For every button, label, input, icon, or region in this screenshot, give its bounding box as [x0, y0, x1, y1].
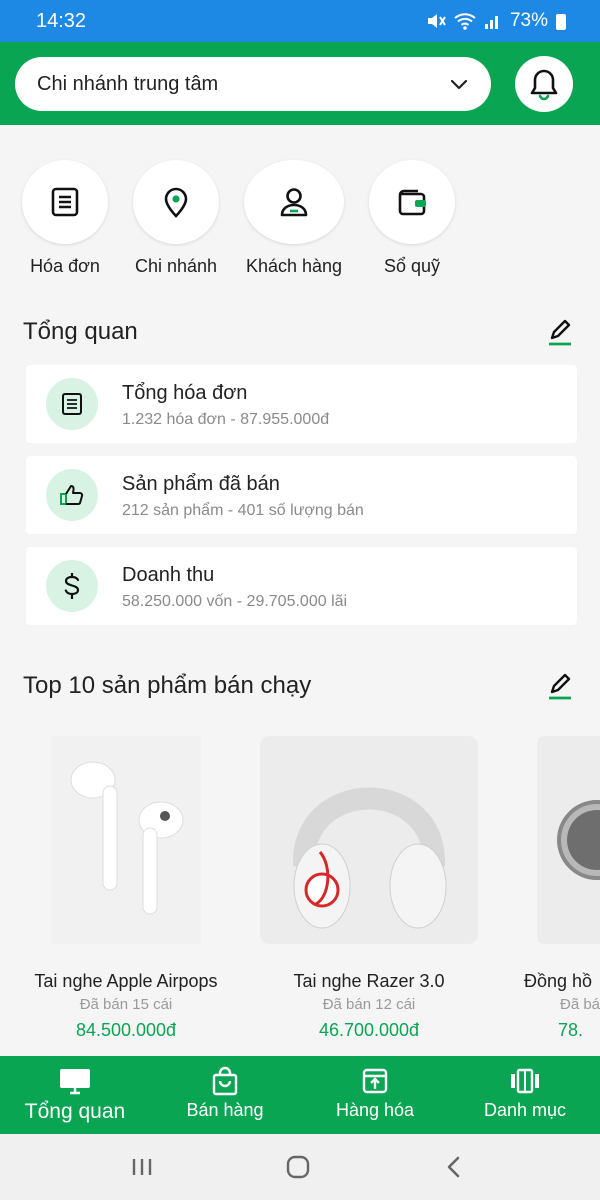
branch-label: Chi nhánh trung tâm — [37, 72, 219, 95]
mute-icon — [427, 14, 446, 28]
notification-button[interactable] — [515, 56, 573, 112]
top-products-list[interactable]: Tai nghe Apple Airpops Đã bán 15 cái 84.… — [0, 736, 600, 1056]
bottom-nav: Tổng quan Bán hàng Hàng hóa Danh mục — [0, 1056, 600, 1134]
quick-action-branch[interactable]: Chi nhánh — [133, 160, 219, 277]
thumbs-up-icon — [60, 485, 84, 505]
nav-tab-sales[interactable]: Bán hàng — [170, 1056, 280, 1134]
box-icon — [362, 1068, 388, 1094]
quick-action-circle — [133, 160, 219, 244]
card-title: Doanh thu — [122, 564, 215, 586]
status-time: 14:32 — [36, 10, 87, 32]
battery-percent: 73% — [509, 10, 548, 31]
monitor-icon — [60, 1069, 90, 1095]
quick-action-cashbook[interactable]: Sổ quỹ — [369, 160, 455, 277]
overview-card-invoices[interactable]: Tổng hóa đơn 1.232 hóa đơn - 87.955.000đ — [26, 365, 577, 443]
status-bar: 14:32 73% — [0, 0, 600, 42]
shopping-bag-icon — [212, 1066, 238, 1096]
product-price: 78. — [558, 1020, 584, 1040]
wifi-icon — [454, 13, 476, 30]
status-icons: 73% — [426, 10, 566, 32]
product-price: 46.700.000đ — [318, 1020, 420, 1040]
wallet-icon — [398, 189, 426, 216]
product-image-airpods — [51, 736, 201, 944]
system-nav-bar — [0, 1134, 600, 1200]
overview-card-products-sold[interactable]: Sản phẩm đã bán 212 sản phẩm - 401 số lư… — [26, 456, 577, 534]
product-price: 84.500.000đ — [75, 1020, 177, 1040]
back-icon — [447, 1156, 460, 1178]
product-sold: Đã bán 15 cái — [79, 996, 173, 1013]
top-products-title: Top 10 sản phẩm bán chạy — [23, 672, 312, 699]
nav-label: Danh mục — [483, 1100, 567, 1120]
home-button[interactable] — [278, 1152, 318, 1182]
home-icon — [286, 1155, 310, 1179]
receipt-icon — [51, 187, 79, 217]
chevron-down-icon — [450, 79, 468, 90]
back-button[interactable] — [434, 1152, 474, 1182]
product-sold: Đã bán 12 cái — [322, 996, 416, 1013]
nav-tab-overview[interactable]: Tổng quan — [12, 1056, 138, 1134]
card-icon — [46, 469, 98, 521]
quick-action-label: Sổ quỹ — [383, 256, 441, 276]
overview-card-revenue[interactable]: Doanh thu 58.250.000 vốn - 29.705.000 lã… — [26, 547, 577, 625]
card-icon — [46, 560, 98, 612]
recent-apps-button[interactable] — [122, 1152, 162, 1182]
user-icon — [280, 188, 308, 217]
edit-icon — [549, 673, 571, 700]
nav-label: Tổng quan — [24, 1100, 126, 1123]
quick-action-circle — [369, 160, 455, 244]
card-title: Sản phẩm đã bán — [122, 473, 280, 495]
battery-icon — [556, 14, 566, 30]
bell-icon — [530, 69, 558, 101]
quick-action-label: Hóa đơn — [30, 256, 100, 276]
card-title: Tổng hóa đơn — [122, 382, 248, 404]
card-icon — [46, 378, 98, 430]
product-image-headphones — [260, 736, 478, 944]
quick-action-label: Chi nhánh — [134, 256, 218, 276]
edit-icon — [549, 319, 571, 346]
product-name: Tai nghe Apple Airpops — [34, 971, 218, 991]
nav-tab-goods[interactable]: Hàng hóa — [320, 1056, 430, 1134]
location-pin-icon — [164, 187, 188, 218]
edit-overview-button[interactable] — [545, 317, 575, 347]
product-name: Tai nghe Razer 3.0 — [293, 971, 445, 991]
nav-label: Bán hàng — [186, 1100, 264, 1120]
nav-tab-categories[interactable]: Danh mục — [470, 1056, 580, 1134]
signal-icon — [484, 16, 498, 29]
card-subtitle: 212 sản phẩm - 401 số lượng bán — [122, 502, 364, 519]
product-sold: Đã bán — [560, 996, 600, 1013]
quick-action-label: Khách hàng — [245, 256, 343, 276]
overview-title: Tổng quan — [23, 318, 138, 345]
card-subtitle: 58.250.000 vốn - 29.705.000 lãi — [122, 593, 348, 610]
dollar-icon — [64, 573, 80, 599]
product-name: Đồng hồ — [524, 971, 593, 991]
quick-action-customer[interactable]: Khách hàng — [244, 160, 344, 277]
quick-action-invoice[interactable]: Hóa đơn — [22, 160, 108, 277]
edit-top-products-button[interactable] — [545, 671, 575, 701]
card-subtitle: 1.232 hóa đơn - 87.955.000đ — [122, 411, 330, 428]
branch-select[interactable]: Chi nhánh trung tâm — [15, 57, 491, 111]
product-image-watch — [537, 736, 600, 944]
quick-action-circle — [22, 160, 108, 244]
categories-icon — [511, 1068, 539, 1094]
receipt-icon — [62, 393, 82, 415]
quick-actions: Hóa đơn Chi nhánh Khách hàng Sổ quỹ — [0, 160, 600, 280]
recent-apps-icon — [132, 1159, 152, 1175]
nav-label: Hàng hóa — [335, 1100, 415, 1120]
header: Chi nhánh trung tâm — [0, 42, 600, 125]
quick-action-circle — [244, 160, 344, 244]
